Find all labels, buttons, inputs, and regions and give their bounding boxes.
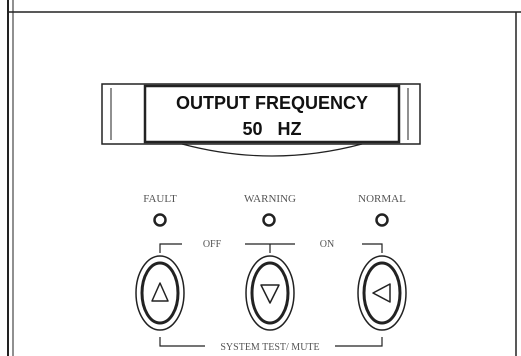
lcd-bottom-arc — [181, 143, 363, 157]
on-label: ON — [320, 239, 334, 250]
warning-label: WARNING — [244, 193, 296, 205]
control-panel-drawing: OUTPUT FREQUENCY 50 HZ FAULT WARNING NOR… — [7, 0, 521, 356]
on-bracket-right — [362, 243, 383, 253]
fault-label: FAULT — [143, 193, 177, 205]
control-panel: OUTPUT FREQUENCY 50 HZ FAULT WARNING NOR… — [0, 0, 521, 356]
off-on-bracket — [159, 243, 383, 253]
down-button[interactable] — [245, 255, 295, 331]
lcd-display: OUTPUT FREQUENCY 50 HZ — [101, 83, 421, 157]
normal-label: NORMAL — [358, 193, 406, 205]
normal-led-icon — [375, 213, 389, 227]
up-button[interactable] — [135, 255, 185, 331]
system-test-mute-label: SYSTEM TEST/ MUTE — [220, 342, 319, 353]
display-line-1: OUTPUT FREQUENCY — [176, 93, 368, 113]
off-label: OFF — [203, 239, 222, 250]
warning-led-icon — [262, 213, 276, 227]
off-bracket-left — [159, 243, 182, 253]
system-test-bracket-left — [159, 337, 205, 347]
system-test-bracket-right — [335, 337, 383, 347]
fault-led-icon — [153, 213, 167, 227]
left-button[interactable] — [357, 255, 407, 331]
display-line-2: 50 HZ — [242, 119, 301, 139]
